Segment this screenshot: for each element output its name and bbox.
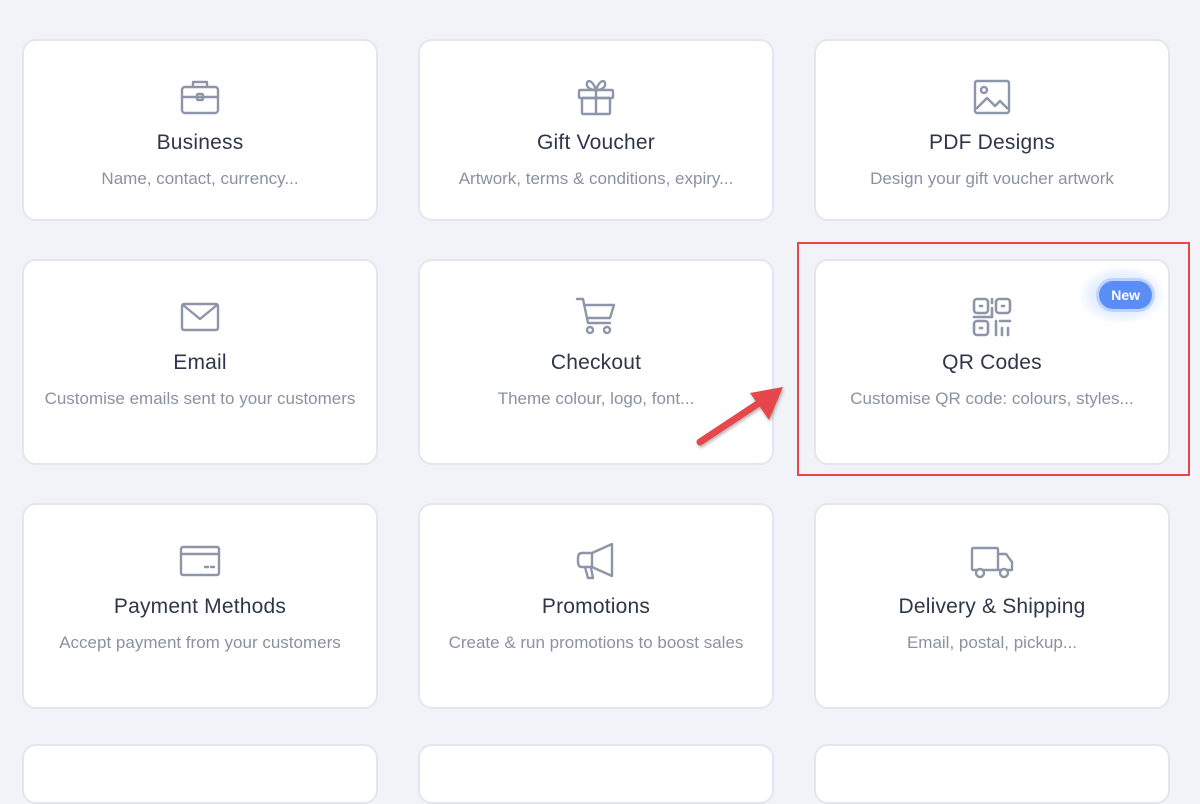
- settings-grid: Business Name, contact, currency... Gift…: [0, 0, 1200, 804]
- envelope-icon: [178, 295, 222, 339]
- card-partial[interactable]: [22, 744, 378, 804]
- card-title: Gift Voucher: [537, 131, 655, 154]
- card-title: Payment Methods: [113, 595, 287, 618]
- new-badge: New: [1099, 281, 1152, 309]
- qr-code-icon: [970, 295, 1014, 339]
- card-title: Email: [173, 351, 227, 374]
- card-description: Artwork, terms & conditions, expiry...: [458, 169, 734, 188]
- briefcase-icon: [178, 75, 222, 119]
- card-gift-voucher[interactable]: Gift Voucher Artwork, terms & conditions…: [418, 39, 774, 221]
- card-email[interactable]: Email Customise emails sent to your cust…: [22, 259, 378, 465]
- card-title: PDF Designs: [929, 131, 1055, 154]
- card-description: Email, postal, pickup...: [906, 633, 1078, 652]
- card-qr-codes[interactable]: New QR Codes Customise QR code: colours,…: [814, 259, 1170, 465]
- card-description: Accept payment from your customers: [59, 633, 341, 652]
- card-business[interactable]: Business Name, contact, currency...: [22, 39, 378, 221]
- card-delivery-shipping[interactable]: Delivery & Shipping Email, postal, picku…: [814, 503, 1170, 709]
- card-title: Business: [156, 131, 244, 154]
- gift-icon: [574, 75, 618, 119]
- card-description: Create & run promotions to boost sales: [448, 633, 744, 652]
- card-description: Theme colour, logo, font...: [497, 389, 695, 408]
- truck-icon: [970, 539, 1014, 583]
- image-icon: [970, 75, 1014, 119]
- card-partial[interactable]: [814, 744, 1170, 804]
- card-partial[interactable]: [418, 744, 774, 804]
- card-title: QR Codes: [942, 351, 1042, 374]
- card-title: Promotions: [541, 595, 651, 618]
- card-description: Name, contact, currency...: [101, 169, 299, 188]
- card-pdf-designs[interactable]: PDF Designs Design your gift voucher art…: [814, 39, 1170, 221]
- cart-icon: [574, 295, 618, 339]
- card-description: Customise emails sent to your customers: [44, 389, 356, 408]
- card-promotions[interactable]: Promotions Create & run promotions to bo…: [418, 503, 774, 709]
- megaphone-icon: [574, 539, 618, 583]
- card-description: Design your gift voucher artwork: [870, 169, 1114, 188]
- card-description: Customise QR code: colours, styles...: [850, 389, 1134, 408]
- card-payment-methods[interactable]: Payment Methods Accept payment from your…: [22, 503, 378, 709]
- card-title: Checkout: [550, 351, 642, 374]
- card-checkout[interactable]: Checkout Theme colour, logo, font...: [418, 259, 774, 465]
- card-title: Delivery & Shipping: [898, 595, 1086, 618]
- credit-card-icon: [178, 539, 222, 583]
